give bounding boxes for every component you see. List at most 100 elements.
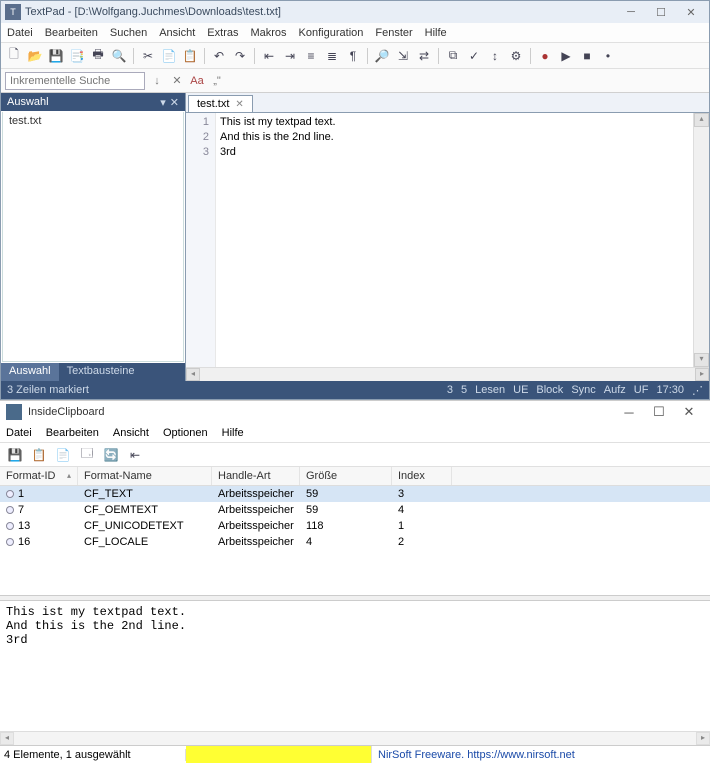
replace-icon[interactable]: ⇄ (415, 47, 433, 65)
menu-bearbeiten[interactable]: Bearbeiten (45, 27, 98, 39)
clipboard-preview[interactable]: This ist my textpad text. And this is th… (0, 601, 710, 731)
preview-icon[interactable]: 🔍 (110, 47, 128, 65)
indent-icon[interactable]: ≡ (302, 47, 320, 65)
copy-icon[interactable]: 📋 (30, 446, 48, 464)
play-icon[interactable]: ▶ (557, 47, 575, 65)
scroll-left-icon[interactable]: ◂ (186, 368, 200, 381)
case-icon[interactable]: Aa (189, 73, 205, 89)
properties-icon[interactable]: 🗔 (78, 446, 96, 464)
minimize-button[interactable]: ─ (617, 3, 645, 21)
search-down-icon[interactable]: ↓ (149, 73, 165, 89)
tab-document[interactable]: test.txt ✕ (188, 95, 253, 112)
search-close-icon[interactable]: ✕ (169, 73, 185, 89)
menu-hilfe[interactable]: Hilfe (222, 427, 244, 439)
paste-icon[interactable]: 📋 (181, 47, 199, 65)
header-groesse[interactable]: Größe (300, 467, 392, 485)
table-row[interactable]: 13CF_UNICODETEXTArbeitsspeicher1181 (0, 518, 710, 534)
titlebar[interactable]: T TextPad - [D:\Wolfgang.Juchmes\Downloa… (1, 1, 709, 23)
save-icon[interactable]: 💾 (6, 446, 24, 464)
menu-ansicht[interactable]: Ansicht (159, 27, 195, 39)
find-next-icon[interactable]: ⇲ (394, 47, 412, 65)
shift-left-icon[interactable]: ⇤ (260, 47, 278, 65)
pilcrow-icon[interactable]: ¶ (344, 47, 362, 65)
refresh-icon[interactable]: 🔄 (102, 446, 120, 464)
dropdown-icon[interactable]: ▾ (160, 96, 166, 109)
menu-hilfe[interactable]: Hilfe (425, 27, 447, 39)
minimize-button[interactable]: ─ (614, 403, 644, 421)
close-button[interactable]: ✕ (674, 403, 704, 421)
scroll-left-icon[interactable]: ◂ (0, 732, 14, 745)
open-icon[interactable]: 📂 (26, 47, 44, 65)
line-gutter: 1 2 3 (186, 113, 216, 367)
tools-icon[interactable]: ⚙ (507, 47, 525, 65)
record-icon[interactable]: ● (536, 47, 554, 65)
scroll-down-icon[interactable]: ▾ (694, 353, 709, 367)
scroll-right-icon[interactable]: ▸ (696, 732, 710, 745)
menu-suchen[interactable]: Suchen (110, 27, 147, 39)
editor[interactable]: 1 2 3 This ist my textpad text. And this… (186, 113, 709, 367)
dot-icon[interactable]: • (599, 47, 617, 65)
table-row[interactable]: 7CF_OEMTEXTArbeitsspeicher594 (0, 502, 710, 518)
pin-icon[interactable]: ✕ (170, 96, 179, 109)
scroll-right-icon[interactable]: ▸ (695, 368, 709, 381)
line-number: 1 (186, 115, 209, 130)
table-row[interactable]: 16CF_LOCALEArbeitsspeicher42 (0, 534, 710, 550)
header-handle-art[interactable]: Handle-Art (212, 467, 300, 485)
find-icon[interactable]: 🔎 (373, 47, 391, 65)
undo-icon[interactable]: ↶ (210, 47, 228, 65)
vertical-scrollbar[interactable]: ▴ ▾ (693, 113, 709, 367)
code-line[interactable]: This ist my textpad text. (220, 115, 689, 130)
stop-icon[interactable]: ■ (578, 47, 596, 65)
compare-icon[interactable]: ⧉ (444, 47, 462, 65)
menu-optionen[interactable]: Optionen (163, 427, 208, 439)
horizontal-scrollbar[interactable]: ◂ ▸ (186, 367, 709, 381)
menu-datei[interactable]: Datei (6, 427, 32, 439)
grip-icon[interactable]: ⋰ (692, 384, 703, 397)
menu-konfiguration[interactable]: Konfiguration (299, 27, 364, 39)
header-format-name[interactable]: Format-Name (78, 467, 212, 485)
close-button[interactable]: ✕ (677, 3, 705, 21)
line-number: 3 (186, 145, 209, 160)
code-line[interactable]: 3rd (220, 145, 689, 160)
saveall-icon[interactable]: 📑 (68, 47, 86, 65)
print-icon[interactable]: 🖶 (89, 47, 107, 65)
code-area[interactable]: This ist my textpad text. And this is th… (216, 113, 693, 367)
search-input[interactable] (5, 72, 145, 90)
tab-close-icon[interactable]: ✕ (235, 99, 243, 110)
header-format-id[interactable]: Format-ID▴ (0, 467, 78, 485)
cut-icon[interactable]: ✂ (139, 47, 157, 65)
table-row[interactable]: 1CF_TEXTArbeitsspeicher593 (0, 486, 710, 502)
menu-fenster[interactable]: Fenster (375, 27, 412, 39)
tab-textbausteine[interactable]: Textbausteine (59, 363, 143, 381)
cell-index: 3 (392, 486, 452, 502)
menu-datei[interactable]: Datei (7, 27, 33, 39)
scroll-up-icon[interactable]: ▴ (694, 113, 709, 127)
menu-makros[interactable]: Makros (250, 27, 286, 39)
shift-right-icon[interactable]: ⇥ (281, 47, 299, 65)
header-index[interactable]: Index (392, 467, 452, 485)
paste-icon[interactable]: 📄 (54, 446, 72, 464)
exit-icon[interactable]: ⇤ (126, 446, 144, 464)
maximize-button[interactable]: ☐ (647, 3, 675, 21)
file-list[interactable]: test.txt (2, 112, 184, 362)
list-item[interactable]: test.txt (5, 114, 181, 128)
spell-icon[interactable]: ✓ (465, 47, 483, 65)
ic-titlebar[interactable]: InsideClipboard ─ ☐ ✕ (0, 401, 710, 423)
toolbar: 🗋 📂 💾 📑 🖶 🔍 ✂ 📄 📋 ↶ ↷ ⇤ ⇥ ≡ ≣ ¶ 🔎 ⇲ ⇄ ⧉ … (1, 43, 709, 69)
menu-extras[interactable]: Extras (207, 27, 238, 39)
status-link[interactable]: NirSoft Freeware. https://www.nirsoft.ne… (372, 749, 581, 761)
redo-icon[interactable]: ↷ (231, 47, 249, 65)
sort-icon[interactable]: ↕ (486, 47, 504, 65)
menu-bearbeiten[interactable]: Bearbeiten (46, 427, 99, 439)
cell-handle: Arbeitsspeicher (212, 502, 300, 518)
word-icon[interactable]: „" (209, 73, 225, 89)
copy-icon[interactable]: 📄 (160, 47, 178, 65)
code-line[interactable]: And this is the 2nd line. (220, 130, 689, 145)
outdent-icon[interactable]: ≣ (323, 47, 341, 65)
new-icon[interactable]: 🗋 (5, 47, 23, 65)
maximize-button[interactable]: ☐ (644, 403, 674, 421)
tab-auswahl[interactable]: Auswahl (1, 363, 59, 381)
menu-ansicht[interactable]: Ansicht (113, 427, 149, 439)
save-icon[interactable]: 💾 (47, 47, 65, 65)
preview-scrollbar[interactable]: ◂ ▸ (0, 731, 710, 745)
